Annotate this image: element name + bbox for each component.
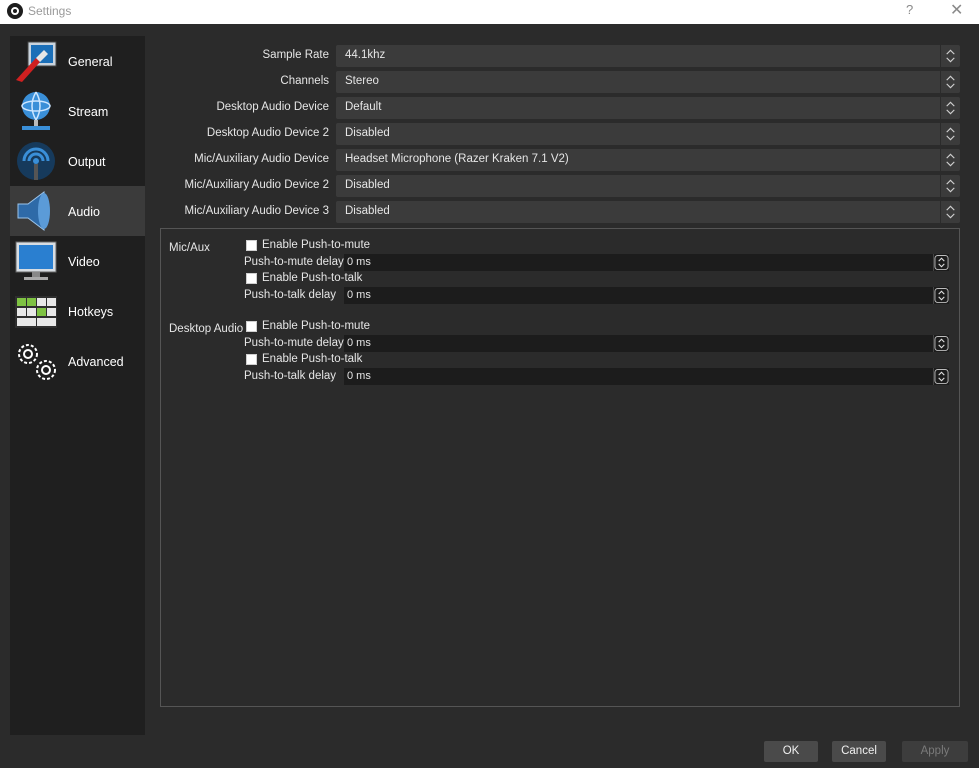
obs-logo-icon [7, 3, 23, 19]
mic-aux-push-to-mute-delay-label: Push-to-mute delay [244, 256, 344, 268]
sidebar-item-label: Video [68, 255, 100, 269]
desktop-audio-device-label: Desktop Audio Device [216, 101, 329, 113]
video-icon [15, 241, 57, 280]
mic-aux-push-to-talk-label: Enable Push-to-talk [262, 272, 363, 284]
mic-aux-device-label: Mic/Auxiliary Audio Device [194, 153, 329, 165]
ok-button[interactable]: OK [764, 741, 818, 762]
combo-arrows-icon [940, 71, 955, 93]
desktop-audio-device-select[interactable]: Default [336, 97, 960, 119]
audio-icon [17, 191, 50, 231]
sidebar-item-video[interactable]: Video [10, 236, 145, 286]
mic-aux-device-3-select[interactable]: Disabled [336, 201, 960, 223]
spinbox-value: 0 ms [347, 256, 371, 268]
sidebar-item-hotkeys[interactable]: Hotkeys [10, 286, 145, 336]
output-icon [17, 142, 55, 180]
channels-select[interactable]: Stereo [336, 71, 960, 93]
desktop-audio-push-to-mute-delay-label: Push-to-mute delay [244, 337, 344, 349]
spin-arrows-icon[interactable] [933, 368, 949, 385]
desktop-audio-device-2-value: Disabled [345, 127, 390, 139]
sidebar-item-advanced[interactable]: Advanced [10, 336, 145, 386]
title-bar: Settings ? ✕ [0, 0, 979, 24]
mic-aux-push-to-mute-delay-input[interactable]: 0 ms [344, 254, 949, 271]
combo-arrows-icon [940, 149, 955, 171]
desktop-audio-push-to-mute-delay-input[interactable]: 0 ms [344, 335, 949, 352]
help-button[interactable]: ? [906, 2, 913, 17]
spinbox-value: 0 ms [347, 337, 371, 349]
cancel-button[interactable]: Cancel [832, 741, 886, 762]
sidebar-item-label: General [68, 55, 113, 69]
window-title: Settings [28, 4, 72, 18]
spin-arrows-icon[interactable] [933, 254, 949, 271]
spinbox-value: 0 ms [347, 289, 371, 301]
desktop-audio-push-to-mute-label: Enable Push-to-mute [262, 320, 371, 332]
desktop-audio-push-to-talk-label: Enable Push-to-talk [262, 353, 363, 365]
mic-aux-push-to-talk-delay-label: Push-to-talk delay [244, 289, 337, 301]
stream-icon [21, 91, 51, 130]
desktop-audio-device-2-label: Desktop Audio Device 2 [206, 127, 329, 139]
spinbox-value: 0 ms [347, 370, 371, 382]
mic-aux-device-2-select[interactable]: Disabled [336, 175, 960, 197]
settings-sidebar: General Stream Output Audio Video Hotkey… [10, 36, 145, 735]
sidebar-item-label: Hotkeys [68, 305, 114, 319]
combo-arrows-icon [940, 201, 955, 223]
mic-aux-device-2-value: Disabled [345, 179, 390, 191]
sidebar-item-audio[interactable]: Audio [10, 186, 145, 236]
mic-aux-device-select[interactable]: Headset Microphone (Razer Kraken 7.1 V2) [336, 149, 960, 171]
mic-aux-push-to-mute-checkbox[interactable] [246, 240, 257, 251]
hotkeys-icon [15, 296, 57, 328]
close-button[interactable]: ✕ [950, 0, 963, 20]
desktop-audio-push-to-talk-checkbox[interactable] [246, 354, 257, 365]
sample-rate-select[interactable]: 44.1khz [336, 45, 960, 67]
mic-aux-device-value: Headset Microphone (Razer Kraken 7.1 V2) [345, 153, 569, 165]
sample-rate-label: Sample Rate [262, 49, 329, 61]
channels-label: Channels [280, 75, 329, 87]
combo-arrows-icon [940, 97, 955, 119]
channels-value: Stereo [345, 75, 379, 87]
sidebar-item-stream[interactable]: Stream [10, 86, 145, 136]
apply-button[interactable]: Apply [902, 741, 968, 762]
combo-arrows-icon [940, 45, 955, 67]
mic-aux-device-3-label: Mic/Auxiliary Audio Device 3 [184, 205, 329, 217]
combo-arrows-icon [940, 175, 955, 197]
mic-aux-push-to-talk-delay-input[interactable]: 0 ms [344, 287, 949, 304]
general-icon [16, 41, 57, 82]
desktop-audio-device-2-select[interactable]: Disabled [336, 123, 960, 145]
desktop-audio-push-to-mute-checkbox[interactable] [246, 321, 257, 332]
sidebar-item-label: Output [68, 155, 106, 169]
sidebar-item-general[interactable]: General [10, 36, 145, 86]
group-label-desktop-audio: Desktop Audio [169, 323, 244, 335]
sidebar-item-label: Advanced [68, 355, 124, 369]
desktop-audio-push-to-talk-delay-label: Push-to-talk delay [244, 370, 337, 382]
desktop-audio-device-value: Default [345, 101, 382, 113]
sidebar-item-output[interactable]: Output [10, 136, 145, 186]
sample-rate-value: 44.1khz [345, 49, 386, 61]
group-label-mic-aux: Mic/Aux [169, 242, 210, 254]
advanced-icon [18, 344, 56, 380]
desktop-audio-push-to-talk-delay-input[interactable]: 0 ms [344, 368, 949, 385]
mic-aux-push-to-mute-label: Enable Push-to-mute [262, 239, 371, 251]
spin-arrows-icon[interactable] [933, 287, 949, 304]
mic-aux-push-to-talk-checkbox[interactable] [246, 273, 257, 284]
sidebar-item-label: Stream [68, 105, 109, 119]
spin-arrows-icon[interactable] [933, 335, 949, 352]
mic-aux-device-2-label: Mic/Auxiliary Audio Device 2 [184, 179, 329, 191]
combo-arrows-icon [940, 123, 955, 145]
mic-aux-device-3-value: Disabled [345, 205, 390, 217]
sidebar-item-label: Audio [68, 205, 100, 219]
